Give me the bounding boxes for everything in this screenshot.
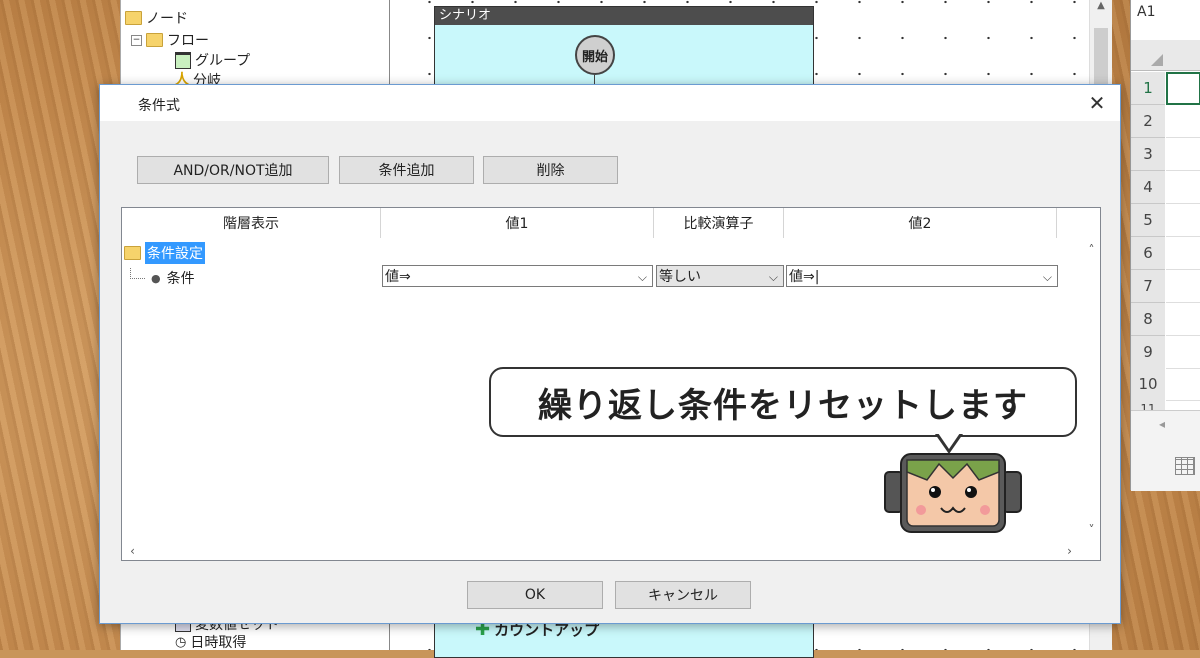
value1-combobox[interactable]: 値⇒ ⌵ xyxy=(382,265,653,287)
scroll-up-icon[interactable]: ▲ xyxy=(1090,0,1112,11)
cell[interactable] xyxy=(1166,138,1200,171)
chevron-down-icon[interactable]: ⌵ xyxy=(1043,266,1052,288)
grid-header: 階層表示 値1 比較演算子 値2 xyxy=(122,208,1100,238)
sheet-tab-bar: ◂ xyxy=(1131,410,1200,491)
delete-button[interactable]: 削除 xyxy=(483,156,618,184)
tree-row-condition[interactable]: ● 条件 xyxy=(130,266,380,290)
folder-icon xyxy=(125,11,142,25)
bubble-tail-inner xyxy=(938,433,960,449)
tree-item-group[interactable]: グループ xyxy=(175,50,250,70)
close-icon[interactable]: ✕ xyxy=(1082,91,1112,115)
tree-item-label: グループ xyxy=(195,53,251,69)
scroll-left-icon[interactable]: ◂ xyxy=(1159,417,1165,431)
row-header[interactable]: 3 xyxy=(1131,138,1165,171)
bubble-text: 繰り返し条件をリセットします xyxy=(538,385,1028,426)
cell[interactable] xyxy=(1166,270,1200,303)
select-all-icon[interactable] xyxy=(1151,54,1163,66)
grid-vertical-scrollbar[interactable]: ˄ ˅ xyxy=(1083,238,1100,543)
scrollbar-thumb[interactable] xyxy=(1094,28,1108,88)
operator-combobox[interactable]: 等しい ⌵ xyxy=(656,265,784,287)
normal-view-icon[interactable] xyxy=(1175,457,1195,475)
scroll-left-icon[interactable]: ‹ xyxy=(124,543,141,560)
operator-text: 等しい xyxy=(659,269,701,285)
row-header[interactable]: 7 xyxy=(1131,270,1165,303)
row-header[interactable]: 4 xyxy=(1131,171,1165,204)
grid-horizontal-scrollbar[interactable]: ‹ › xyxy=(122,543,1100,560)
add-condition-button[interactable]: 条件追加 xyxy=(339,156,474,184)
cell[interactable] xyxy=(1166,336,1200,369)
tree-item-flow[interactable]: − フロー xyxy=(131,30,209,50)
excel-window: A1 1 2 3 4 5 6 7 8 9 10 11 ◂ xyxy=(1130,0,1200,491)
bullet-icon: ● xyxy=(151,271,161,285)
row-header[interactable]: 5 xyxy=(1131,204,1165,237)
clock-icon: ◷ xyxy=(175,634,187,650)
column-header-value2[interactable]: 値2 xyxy=(784,208,1057,238)
chevron-down-icon[interactable]: ⌵ xyxy=(769,266,778,288)
row-header[interactable]: 10 xyxy=(1131,368,1165,401)
scenario-title: シナリオ xyxy=(435,7,813,25)
folder-icon xyxy=(146,33,163,47)
collapse-icon[interactable]: − xyxy=(131,34,142,46)
ok-button[interactable]: OK xyxy=(467,581,603,609)
chevron-down-icon[interactable]: ⌵ xyxy=(638,266,647,288)
dialog-titlebar: 条件式 ✕ xyxy=(100,85,1120,121)
tree-item-datetime[interactable]: ◷ 日時取得 xyxy=(175,632,246,652)
tree-row-root[interactable]: 条件設定 xyxy=(124,241,1054,265)
tree-item-label: 日時取得 xyxy=(190,635,247,651)
root-node-label[interactable]: 条件設定 xyxy=(145,242,205,264)
cell[interactable] xyxy=(1166,303,1200,336)
column-header-value1[interactable]: 値1 xyxy=(381,208,654,238)
condition-dialog: 条件式 ✕ AND/OR/NOT追加 条件追加 削除 階層表示 値1 比較演算子… xyxy=(99,84,1121,624)
value1-text: 値⇒ xyxy=(385,269,411,285)
column-header-operator[interactable]: 比較演算子 xyxy=(654,208,784,238)
robot-mascot-icon xyxy=(884,453,1022,533)
row-header[interactable]: 1 xyxy=(1131,72,1165,105)
column-header xyxy=(1131,40,1200,71)
value2-combobox[interactable]: 値⇒| ⌵ xyxy=(786,265,1058,287)
condition-node-label: 条件 xyxy=(166,271,195,287)
row-header[interactable]: 9 xyxy=(1131,336,1165,369)
add-and-or-not-button[interactable]: AND/OR/NOT追加 xyxy=(137,156,329,184)
scroll-down-icon[interactable]: ˅ xyxy=(1083,522,1100,539)
folder-icon xyxy=(124,246,141,260)
dialog-title: 条件式 xyxy=(138,98,180,114)
row-header[interactable]: 2 xyxy=(1131,105,1165,138)
cell[interactable] xyxy=(1166,368,1200,401)
speech-bubble: 繰り返し条件をリセットします xyxy=(489,367,1077,437)
cell-a1[interactable] xyxy=(1166,72,1200,105)
tree-item-label: ノード xyxy=(146,11,188,27)
cell[interactable] xyxy=(1166,171,1200,204)
cancel-button[interactable]: キャンセル xyxy=(615,581,751,609)
tree-item-label: フロー xyxy=(167,33,209,49)
cell[interactable] xyxy=(1166,237,1200,270)
column-header-hierarchy[interactable]: 階層表示 xyxy=(122,208,381,238)
row-header[interactable]: 6 xyxy=(1131,237,1165,270)
group-icon xyxy=(175,51,191,69)
scroll-up-icon[interactable]: ˄ xyxy=(1083,242,1100,259)
cell[interactable] xyxy=(1166,105,1200,138)
row-header[interactable]: 8 xyxy=(1131,303,1165,336)
value2-text: 値⇒| xyxy=(789,269,820,285)
tree-item-node[interactable]: ノード xyxy=(125,8,188,28)
scroll-right-icon[interactable]: › xyxy=(1061,543,1078,560)
cell[interactable] xyxy=(1166,204,1200,237)
start-node[interactable]: 開始 xyxy=(575,35,615,75)
name-box[interactable]: A1 xyxy=(1137,0,1197,24)
tree-connector xyxy=(130,267,145,279)
